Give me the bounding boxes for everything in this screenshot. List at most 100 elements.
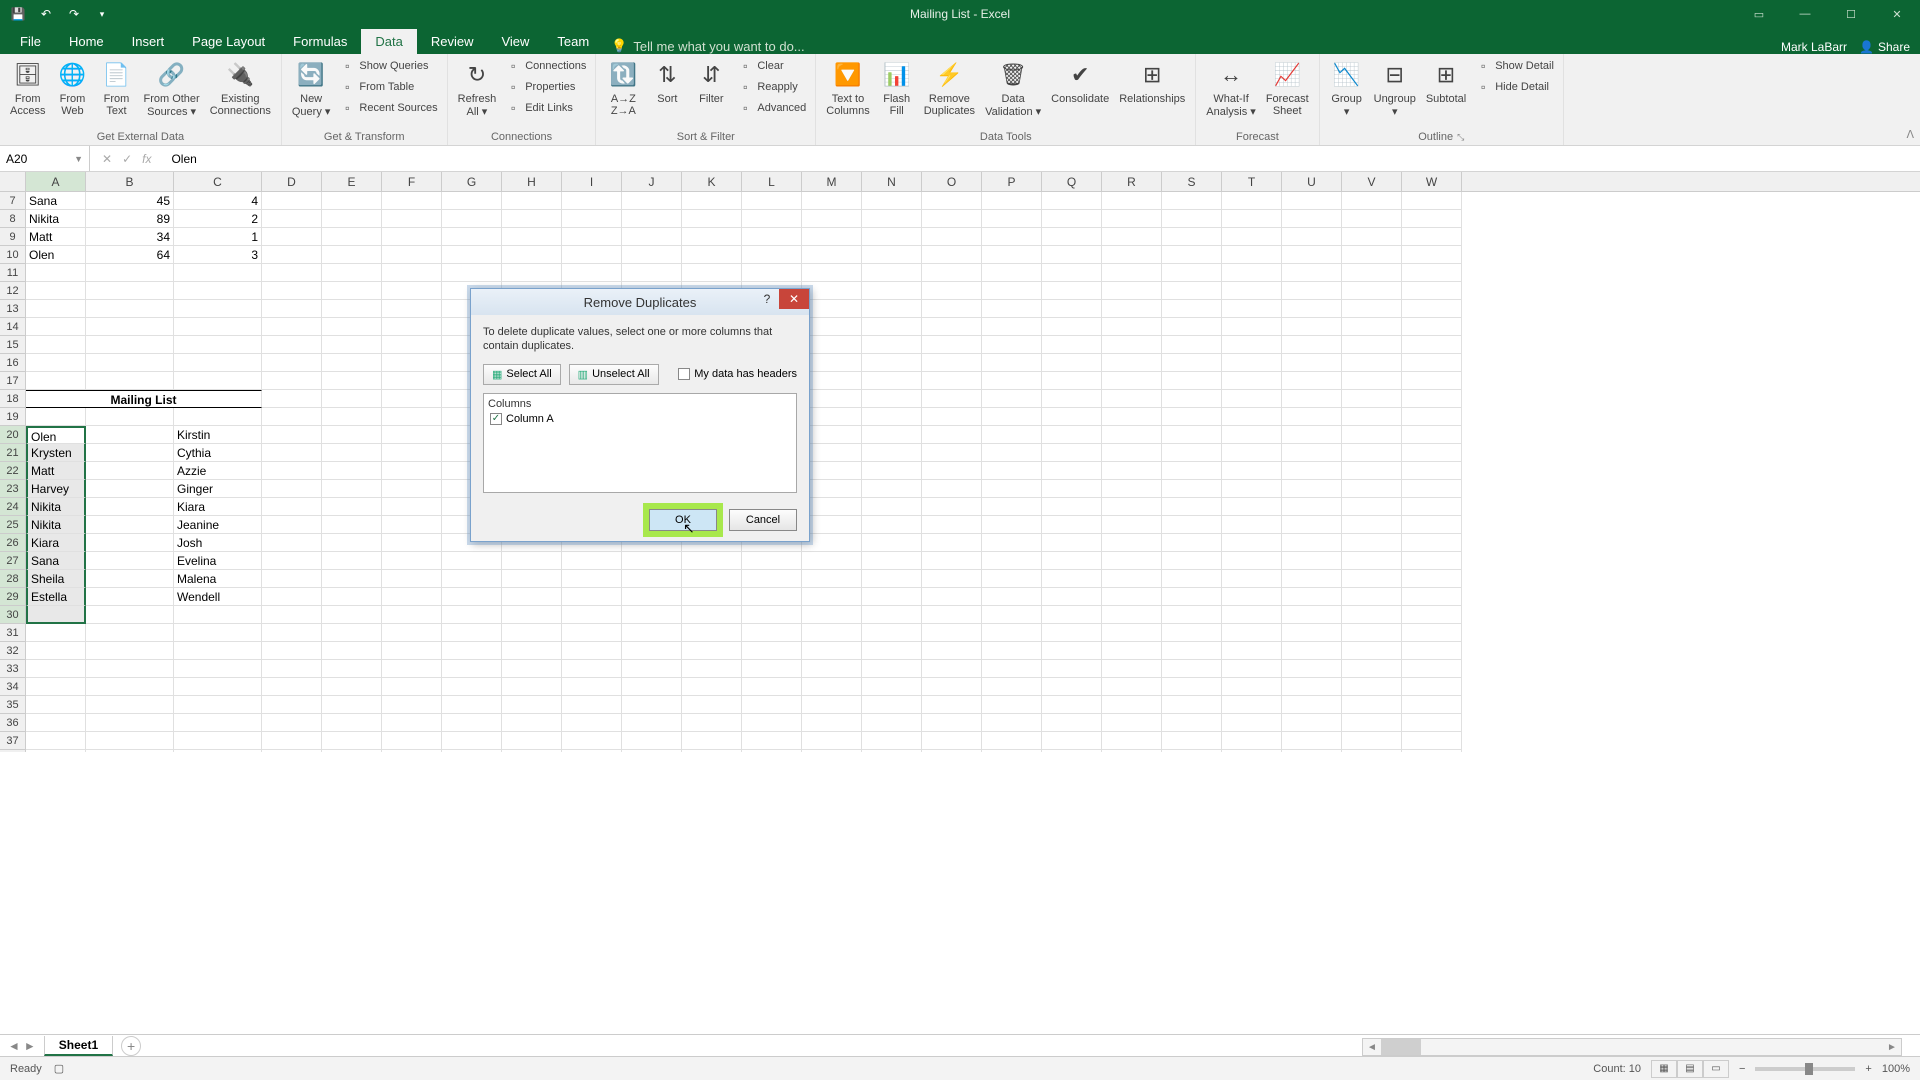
cell[interactable] [1402,696,1462,714]
cell[interactable] [1102,426,1162,444]
cell[interactable] [1162,300,1222,318]
cell[interactable] [982,642,1042,660]
cell[interactable] [862,426,922,444]
cell[interactable] [1342,318,1402,336]
cell[interactable] [442,714,502,732]
cell[interactable] [982,714,1042,732]
cell[interactable] [322,606,382,624]
cell[interactable] [442,588,502,606]
cell[interactable] [1342,426,1402,444]
cell[interactable] [1102,696,1162,714]
cell[interactable] [1342,624,1402,642]
cell[interactable] [262,282,322,300]
cell[interactable] [1222,210,1282,228]
cell[interactable] [1162,588,1222,606]
cell[interactable] [982,498,1042,516]
cell[interactable] [862,210,922,228]
cell[interactable] [382,534,442,552]
cell[interactable] [442,210,502,228]
cell[interactable] [322,300,382,318]
cell[interactable] [1042,264,1102,282]
cell[interactable] [502,228,562,246]
cell[interactable] [682,228,742,246]
row-header[interactable]: 10 [0,246,26,264]
cell[interactable] [982,246,1042,264]
cell[interactable] [1102,516,1162,534]
cell[interactable]: Wendell [174,588,262,606]
cell[interactable] [982,354,1042,372]
cell[interactable] [322,462,382,480]
cell[interactable] [862,444,922,462]
cell[interactable] [1402,282,1462,300]
cell[interactable] [1342,282,1402,300]
cell[interactable] [174,408,262,426]
cell[interactable] [1342,714,1402,732]
forecast-button[interactable]: 📈ForecastSheet [1262,57,1313,119]
cell[interactable] [502,660,562,678]
cell[interactable] [1222,732,1282,750]
relationships-button[interactable]: ⊞Relationships [1115,57,1189,107]
cell[interactable] [682,714,742,732]
cell[interactable] [862,246,922,264]
cell[interactable] [1222,750,1282,752]
cell[interactable] [1222,300,1282,318]
cell[interactable] [1102,642,1162,660]
cell[interactable] [922,354,982,372]
cell[interactable] [1282,588,1342,606]
cell[interactable] [562,588,622,606]
column-header[interactable]: P [982,172,1042,191]
cell[interactable] [1402,516,1462,534]
cell[interactable] [1042,570,1102,588]
cell[interactable] [922,300,982,318]
cell[interactable] [982,390,1042,408]
cell[interactable] [442,264,502,282]
cell[interactable] [1222,642,1282,660]
cell[interactable] [262,498,322,516]
cell[interactable] [1342,300,1402,318]
cell[interactable] [922,462,982,480]
cell[interactable] [174,264,262,282]
cell[interactable] [1282,732,1342,750]
columns-list[interactable]: Columns Column A [483,393,797,493]
cell[interactable] [562,714,622,732]
cell[interactable] [1222,282,1282,300]
cell[interactable] [1282,282,1342,300]
cell[interactable] [622,264,682,282]
cell[interactable] [802,696,862,714]
cell[interactable] [802,678,862,696]
cell[interactable] [1042,642,1102,660]
cell[interactable] [1282,192,1342,210]
cell[interactable] [922,534,982,552]
cell[interactable] [802,318,862,336]
headers-checkbox[interactable]: My data has headers [678,368,797,380]
cell[interactable] [682,750,742,752]
cell[interactable] [174,678,262,696]
from-other-button[interactable]: 🔗From OtherSources ▾ [139,57,203,120]
cell[interactable] [1042,624,1102,642]
cell[interactable] [26,336,86,354]
cell[interactable] [322,192,382,210]
cell[interactable] [322,426,382,444]
cell[interactable] [622,570,682,588]
cell[interactable] [742,642,802,660]
cell[interactable] [1282,606,1342,624]
cell[interactable] [682,588,742,606]
cell[interactable] [1222,462,1282,480]
cell[interactable] [1222,588,1282,606]
sort-button[interactable]: ⇅Sort [646,57,688,107]
cell[interactable] [562,228,622,246]
cell[interactable] [1402,552,1462,570]
cell[interactable] [1342,444,1402,462]
cell[interactable] [1402,336,1462,354]
cell[interactable]: 34 [86,228,174,246]
sheet-nav-prev-icon[interactable]: ◄ [8,1039,20,1053]
cell[interactable] [1222,444,1282,462]
cell[interactable] [26,660,86,678]
cell[interactable] [982,300,1042,318]
cell[interactable] [802,534,862,552]
cell[interactable] [1222,678,1282,696]
cell[interactable] [982,534,1042,552]
cell[interactable] [1102,336,1162,354]
cell[interactable] [922,282,982,300]
cell[interactable] [1282,516,1342,534]
